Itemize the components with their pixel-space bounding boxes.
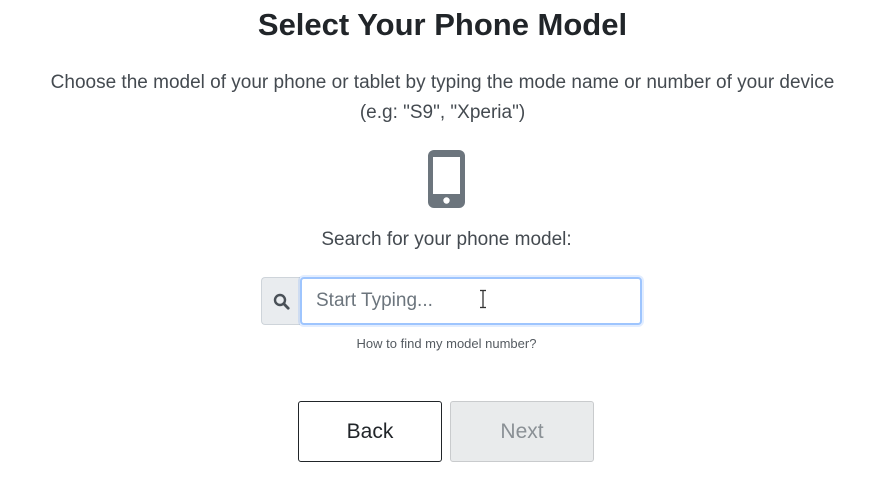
back-button[interactable]: Back [298, 401, 442, 462]
model-number-help-link[interactable]: How to find my model number? [0, 335, 885, 353]
search-input-group [261, 277, 642, 325]
page-description: Choose the model of your phone or tablet… [40, 68, 845, 128]
search-icon [261, 277, 300, 325]
description-line: Choose the model of your phone or tablet… [50, 72, 835, 93]
search-label: Search for your phone model: [321, 229, 572, 250]
description-example: (e.g: "S9", "Xperia") [359, 102, 526, 123]
phone-model-page: Select Your Phone Model Choose the model… [0, 0, 885, 486]
mobile-phone-icon [428, 150, 465, 208]
search-input[interactable] [300, 277, 642, 325]
page-title: Select Your Phone Model [257, 7, 628, 42]
next-button[interactable]: Next [450, 401, 594, 462]
